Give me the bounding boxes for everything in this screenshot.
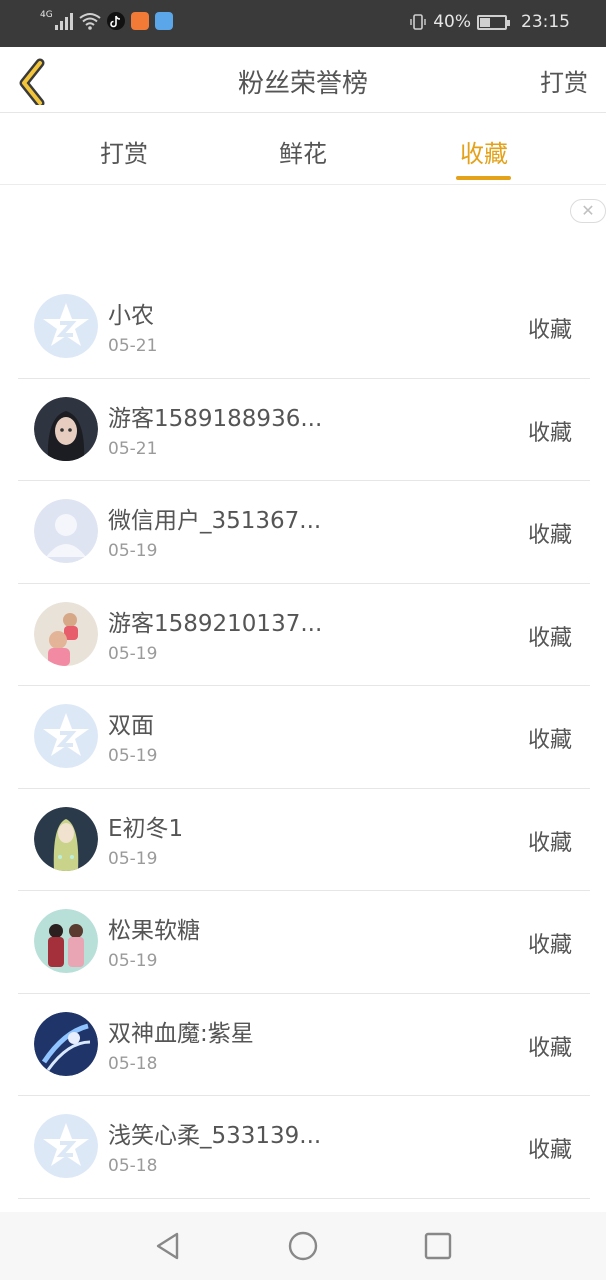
avatar xyxy=(34,1011,98,1076)
tab-active-indicator xyxy=(456,176,511,180)
system-nav-bar xyxy=(0,1212,606,1280)
user-name: 游客1589188936... xyxy=(108,405,323,432)
signal-icon xyxy=(54,12,73,30)
status-right: 40% 23:15 xyxy=(409,12,570,32)
date: 05-18 xyxy=(108,1156,158,1176)
avatar xyxy=(34,909,98,973)
network-label: 4G xyxy=(40,10,53,20)
avatar xyxy=(34,806,98,871)
action-label: 收藏 xyxy=(527,933,572,958)
user-name: 浅笑心柔_533139... xyxy=(108,1123,322,1149)
vibrate-icon xyxy=(410,14,426,30)
page-title: 粉丝荣誉榜 xyxy=(237,69,368,99)
user-name: 双面 xyxy=(108,713,154,739)
action-label: 收藏 xyxy=(527,318,572,343)
list-item[interactable]: 浅笑心柔_533139... 05-18 收藏 xyxy=(18,1096,590,1199)
avatar xyxy=(34,499,98,563)
battery-fill xyxy=(480,17,491,27)
app-orange-icon xyxy=(130,12,149,30)
list-item[interactable]: 游客1589188936... 05-21 收藏 xyxy=(18,379,590,481)
date: 05-18 xyxy=(108,1053,158,1074)
list-item[interactable]: 微信用户_351367... 05-19 收藏 xyxy=(18,481,590,584)
date: 05-19 xyxy=(108,541,158,561)
tiktok-icon xyxy=(106,12,125,30)
avatar xyxy=(34,396,98,461)
action-label: 收藏 xyxy=(527,1138,572,1163)
nav-back-icon[interactable] xyxy=(152,1230,184,1262)
action-label: 收藏 xyxy=(527,625,572,651)
user-name: 双神血魔:紫星 xyxy=(108,1020,254,1047)
action-label: 收藏 xyxy=(527,830,572,856)
wifi-icon xyxy=(79,13,101,30)
action-label: 收藏 xyxy=(527,1035,572,1061)
list-item[interactable]: 游客1589210137... 05-19 收藏 xyxy=(18,584,590,686)
tab-favorites[interactable]: 收藏 xyxy=(424,134,544,169)
list-item[interactable]: 双神血魔:紫星 05-18 收藏 xyxy=(18,994,590,1096)
user-name: E初冬1 xyxy=(108,815,184,842)
reward-button[interactable]: 打赏 xyxy=(540,63,588,98)
user-name: 小农 xyxy=(108,303,154,329)
action-label: 收藏 xyxy=(527,728,572,753)
avatar xyxy=(34,294,98,358)
avatar xyxy=(34,1114,98,1178)
date: 05-19 xyxy=(108,746,158,766)
close-button[interactable]: ✕ xyxy=(570,199,606,223)
tab-reward[interactable]: 打赏 xyxy=(64,134,184,169)
app-blue-icon xyxy=(154,12,173,30)
battery-percent: 40% xyxy=(433,12,471,32)
list-item[interactable]: 松果软糖 05-19 收藏 xyxy=(18,891,590,994)
date: 05-21 xyxy=(108,438,158,459)
avatar xyxy=(34,601,98,666)
action-label: 收藏 xyxy=(527,523,572,548)
header: 粉丝荣誉榜 打赏 xyxy=(0,47,606,113)
list-item[interactable]: E初冬1 05-19 收藏 xyxy=(18,789,590,891)
status-left: 4G xyxy=(40,10,173,30)
tab-bar: 打赏 鲜花 收藏 xyxy=(0,114,606,185)
date: 05-19 xyxy=(108,643,158,664)
list-item[interactable]: 双面 05-19 收藏 xyxy=(18,686,590,789)
user-name: 微信用户_351367... xyxy=(108,508,322,534)
user-name: 游客1589210137... xyxy=(108,610,323,637)
avatar xyxy=(34,704,98,768)
date: 05-21 xyxy=(108,336,158,356)
status-bar: 4G 40% 23:15 xyxy=(0,0,606,47)
nav-recents-icon[interactable] xyxy=(422,1230,454,1262)
action-label: 收藏 xyxy=(527,420,572,446)
date: 05-19 xyxy=(108,951,158,971)
user-name: 松果软糖 xyxy=(108,918,200,944)
fan-list: 小农 05-21 收藏 游客1589188936... 05-21 收藏 微信用… xyxy=(18,276,590,1199)
clock: 23:15 xyxy=(521,12,570,32)
screen: 4G 40% 23:15 粉丝荣誉榜 打赏 打赏 鲜花 收藏 ✕ 小农 05-2… xyxy=(0,0,606,1280)
list-item[interactable]: 小农 05-21 收藏 xyxy=(18,276,590,379)
nav-home-icon[interactable] xyxy=(287,1230,319,1262)
tab-flowers[interactable]: 鲜花 xyxy=(243,134,363,169)
battery-icon xyxy=(477,14,510,30)
date: 05-19 xyxy=(108,848,158,869)
